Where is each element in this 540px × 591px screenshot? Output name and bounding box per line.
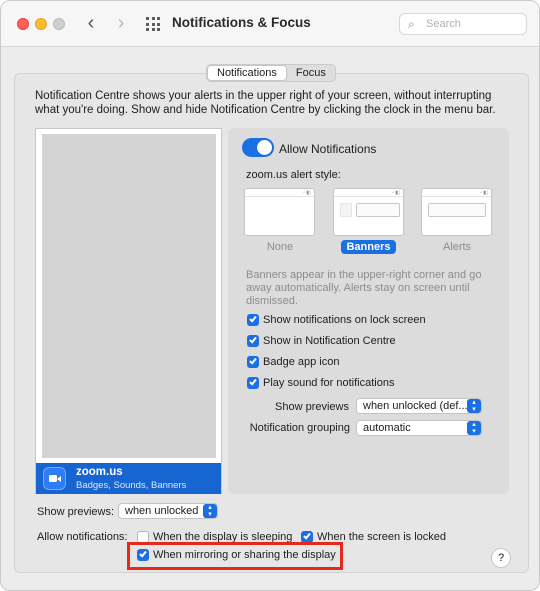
tab-bar: Notifications Focus: [206, 64, 336, 82]
close-window-button[interactable]: [17, 18, 29, 30]
sound-checkbox[interactable]: [247, 377, 259, 389]
alert-style-description: Banners appear in the upper-right corner…: [246, 269, 482, 307]
zoom-window-button[interactable]: [53, 18, 65, 30]
notification-centre-checkbox-row[interactable]: Show in Notification Centre: [247, 334, 396, 348]
allow-notifications-toggle[interactable]: [242, 138, 274, 157]
alert-style-none-thumbnail[interactable]: ▫ ◧: [244, 188, 315, 236]
video-camera-icon: [43, 467, 66, 490]
back-chevron-icon[interactable]: ‹: [81, 13, 101, 35]
app-settings-panel: [228, 128, 509, 494]
global-show-previews-popup[interactable]: when unlocked ▴ ▾: [118, 503, 218, 519]
show-previews-label: Show previews: [275, 401, 349, 413]
intro-text: Notification Centre shows your alerts in…: [35, 90, 496, 116]
grouping-popup[interactable]: automatic ▴ ▾: [356, 420, 482, 436]
app-list[interactable]: zoom.us Badges, Sounds, Banners: [35, 128, 222, 494]
alert-style-alerts-label[interactable]: Alerts: [436, 241, 478, 253]
minimize-window-button[interactable]: [35, 18, 47, 30]
app-list-item-zoom[interactable]: zoom.us Badges, Sounds, Banners: [36, 463, 221, 494]
title-bar: ‹ › Notifications & Focus ⌕ Search: [1, 1, 539, 47]
help-button[interactable]: ?: [491, 548, 511, 568]
badge-checkbox[interactable]: [247, 356, 259, 368]
lock-screen-checkbox-row[interactable]: Show notifications on lock screen: [247, 313, 426, 327]
alert-style-alerts-thumbnail[interactable]: ▫ ◧: [421, 188, 492, 236]
search-placeholder: Search: [426, 18, 461, 30]
allow-notifications-label: Allow Notifications: [279, 142, 377, 156]
lock-screen-label: Show notifications on lock screen: [263, 314, 426, 326]
forward-chevron-icon[interactable]: ›: [111, 13, 131, 35]
popup-chevron-icon: ▴ ▾: [203, 504, 217, 518]
popup-chevron-icon: ▴ ▾: [467, 399, 481, 413]
app-subtitle: Badges, Sounds, Banners: [76, 480, 187, 491]
app-list-empty-area: [42, 134, 216, 458]
grouping-value: automatic: [363, 422, 411, 434]
lock-screen-checkbox[interactable]: [247, 314, 259, 326]
search-field[interactable]: ⌕ Search: [399, 13, 527, 35]
tab-notifications[interactable]: Notifications: [207, 65, 287, 81]
highlight-annotation-box: [127, 542, 343, 570]
global-show-previews-label: Show previews:: [37, 506, 115, 518]
notification-centre-checkbox[interactable]: [247, 335, 259, 347]
grouping-label: Notification grouping: [249, 422, 350, 434]
settings-window: ‹ › Notifications & Focus ⌕ Search Notif…: [0, 0, 540, 591]
show-previews-value: when unlocked (def...: [363, 400, 468, 412]
alert-style-label: zoom.us alert style:: [246, 169, 341, 181]
sound-checkbox-row[interactable]: Play sound for notifications: [247, 376, 394, 390]
sound-label: Play sound for notifications: [263, 377, 395, 389]
show-previews-popup[interactable]: when unlocked (def... ▴ ▾: [356, 398, 482, 414]
alert-style-none-label[interactable]: None: [259, 241, 301, 253]
badge-checkbox-row[interactable]: Badge app icon: [247, 355, 339, 369]
alert-style-banners-thumbnail[interactable]: ▫ ◧: [333, 188, 404, 236]
tab-focus[interactable]: Focus: [287, 65, 335, 81]
notification-centre-label: Show in Notification Centre: [263, 335, 396, 347]
global-show-previews-value: when unlocked: [125, 505, 199, 517]
badge-label: Badge app icon: [263, 356, 340, 368]
app-name: zoom.us: [76, 466, 123, 478]
search-icon: ⌕: [408, 17, 415, 31]
popup-chevron-icon: ▴ ▾: [467, 421, 481, 435]
allow-notifications-when-label: Allow notifications:: [37, 531, 128, 543]
alert-style-banners-label[interactable]: Banners: [341, 240, 396, 254]
window-title: Notifications & Focus: [172, 15, 311, 30]
show-all-grid-icon[interactable]: [146, 17, 160, 31]
